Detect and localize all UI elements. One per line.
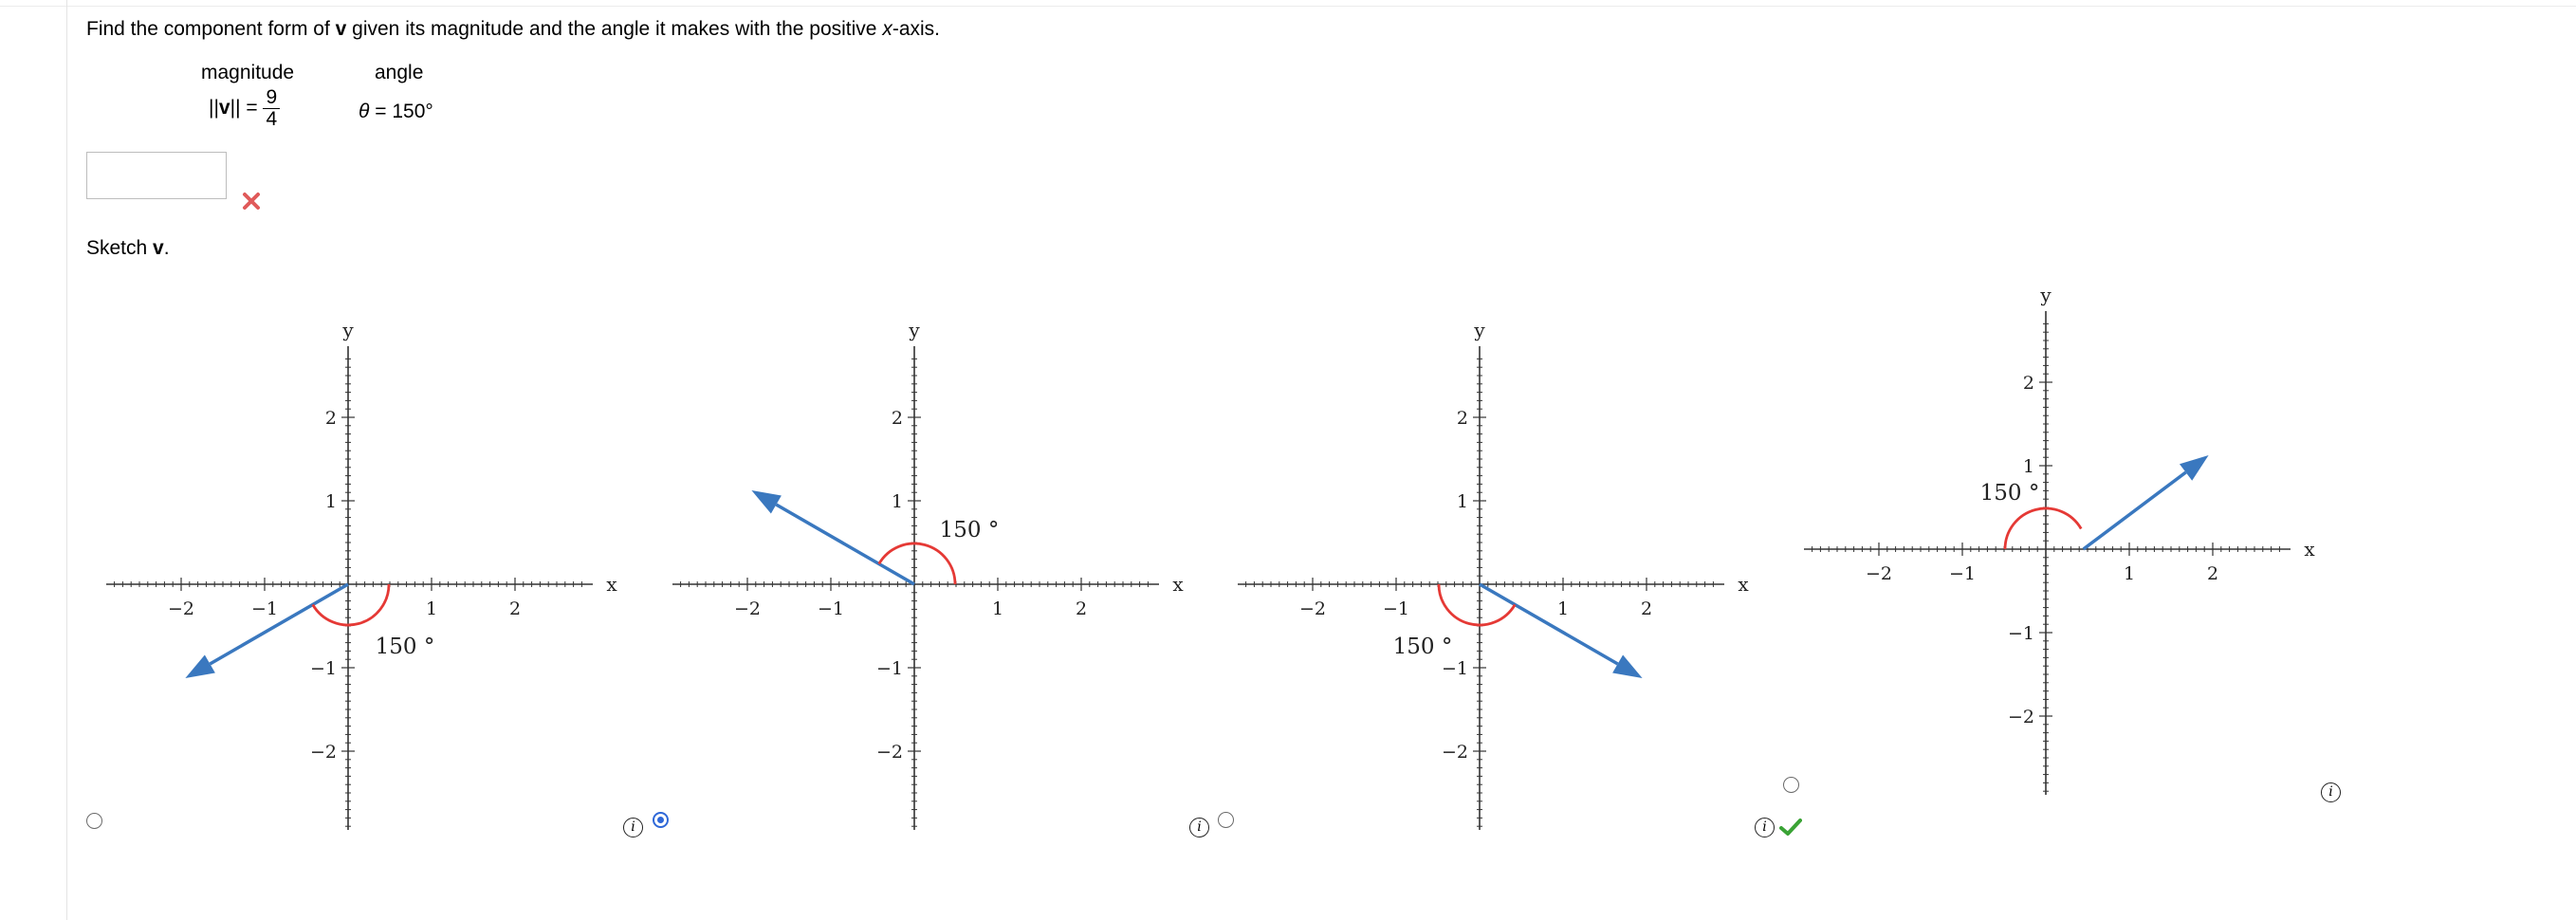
magnitude-fraction: 9 4 bbox=[263, 86, 281, 130]
top-border bbox=[0, 0, 2576, 7]
angle-expression: = 150° bbox=[369, 101, 433, 122]
theta-symbol: θ bbox=[359, 101, 370, 122]
y-tick-label: −2 bbox=[2008, 707, 2034, 727]
norm-right: || = bbox=[230, 97, 258, 120]
vector-line bbox=[2082, 470, 2187, 551]
sketch-prefix: Sketch bbox=[86, 237, 154, 259]
y-tick-label: 2 bbox=[2023, 373, 2034, 394]
y-tick-label: 1 bbox=[2023, 456, 2034, 477]
angle-arc bbox=[1437, 583, 1517, 627]
y-tick-label: 1 bbox=[1457, 491, 1468, 512]
vector-arrowhead bbox=[751, 490, 782, 514]
x-tick-label: −2 bbox=[734, 598, 761, 619]
vector-arrowhead bbox=[2180, 455, 2209, 481]
question-text: Find the component form of v given its m… bbox=[86, 18, 940, 41]
graph-option-b: x y −2 −1 1 2 2 1 −1 −2 150 ° bbox=[672, 319, 1184, 830]
vector-line bbox=[775, 503, 915, 586]
radio-option-c[interactable] bbox=[1218, 812, 1234, 828]
x-tick-label: 1 bbox=[2124, 563, 2135, 584]
magnitude-numerator: 9 bbox=[266, 86, 278, 108]
x-tick-label: 2 bbox=[1076, 598, 1087, 619]
norm-left: || bbox=[209, 97, 219, 120]
correct-check-icon bbox=[1779, 819, 1802, 836]
y-axis-label: y bbox=[2039, 284, 2052, 306]
sketch-vector: v bbox=[153, 237, 164, 259]
magnitude-denominator: 4 bbox=[266, 108, 278, 130]
x-axis-label: x bbox=[2304, 538, 2315, 561]
x-tick-label: 1 bbox=[1557, 598, 1569, 619]
info-icon-option-e[interactable]: i bbox=[2321, 782, 2341, 802]
angle-value: θ = 150° bbox=[359, 101, 433, 123]
question-middle: given its magnitude and the angle it mak… bbox=[346, 18, 883, 40]
angle-label: 150 ° bbox=[940, 518, 1000, 543]
x-tick-label: −2 bbox=[1299, 598, 1326, 619]
angle-arc bbox=[2003, 506, 2083, 550]
x-tick-label: −2 bbox=[168, 598, 194, 619]
vector-arrowhead bbox=[1612, 654, 1643, 678]
x-tick-label: 1 bbox=[992, 598, 1003, 619]
x-tick-label: −1 bbox=[251, 598, 278, 619]
angle-arc bbox=[877, 542, 957, 585]
vector-arrowhead bbox=[185, 654, 215, 678]
component-form-input[interactable] bbox=[86, 152, 227, 199]
y-tick-label: −2 bbox=[876, 742, 903, 763]
y-axis-label: y bbox=[908, 319, 920, 341]
graph-option-d: x y −2 −1 1 2 2 1 −1 −2 150 ° bbox=[1804, 284, 2315, 795]
y-tick-label: −2 bbox=[310, 742, 337, 763]
graph-option-a: x y −2 −1 1 2 2 1 −1 −2 150 ° bbox=[106, 319, 617, 830]
radio-option-d[interactable] bbox=[1783, 777, 1799, 793]
y-tick-label: −1 bbox=[876, 658, 903, 679]
y-tick-label: −1 bbox=[1442, 658, 1468, 679]
angle-arc bbox=[311, 583, 391, 627]
sketch-instruction: Sketch v. bbox=[86, 237, 170, 260]
x-tick-label: −1 bbox=[1949, 563, 1976, 584]
radio-option-a[interactable] bbox=[86, 813, 102, 829]
x-axis-label: x bbox=[1738, 573, 1749, 596]
question-prefix: Find the component form of bbox=[86, 18, 336, 40]
x-tick-label: −2 bbox=[1866, 563, 1892, 584]
angle-label: angle bbox=[375, 62, 424, 83]
y-axis-label: y bbox=[341, 319, 354, 341]
question-vector: v bbox=[335, 18, 347, 40]
vector-line bbox=[209, 582, 349, 666]
y-tick-label: −1 bbox=[310, 658, 337, 679]
x-tick-label: −1 bbox=[818, 598, 844, 619]
x-tick-label: 2 bbox=[2207, 563, 2218, 584]
y-tick-label: 2 bbox=[1457, 408, 1468, 429]
y-tick-label: 2 bbox=[892, 408, 903, 429]
y-tick-label: 1 bbox=[325, 491, 337, 512]
radio-option-b[interactable] bbox=[653, 812, 669, 828]
info-icon-option-d[interactable]: i bbox=[1755, 818, 1775, 837]
x-axis-label: x bbox=[606, 573, 617, 596]
question-axis-var: x bbox=[882, 18, 892, 40]
y-tick-label: 2 bbox=[325, 408, 337, 429]
magnitude-value: ||v|| = 9 4 bbox=[209, 86, 281, 130]
x-tick-label: 2 bbox=[509, 598, 521, 619]
angle-label: 150 ° bbox=[1393, 635, 1453, 659]
angle-label: 150 ° bbox=[1980, 481, 2040, 506]
sketch-suffix: . bbox=[163, 237, 170, 259]
question-suffix: -axis. bbox=[892, 18, 941, 40]
vector-line bbox=[1479, 582, 1619, 666]
info-icon-option-b[interactable]: i bbox=[623, 818, 643, 837]
incorrect-x-icon bbox=[243, 193, 260, 210]
magnitude-label: magnitude bbox=[201, 62, 295, 83]
x-axis-label: x bbox=[1172, 573, 1184, 596]
y-tick-label: −2 bbox=[1442, 742, 1468, 763]
norm-vector: v bbox=[218, 97, 230, 120]
left-margin-bar bbox=[0, 0, 67, 920]
x-tick-label: 1 bbox=[426, 598, 437, 619]
graph-option-c: x y −2 −1 1 2 2 1 −1 −2 150 ° bbox=[1238, 319, 1749, 830]
info-icon-option-c[interactable]: i bbox=[1189, 818, 1209, 837]
angle-label: 150 ° bbox=[376, 635, 435, 659]
y-axis-label: y bbox=[1473, 319, 1485, 341]
x-tick-label: −1 bbox=[1383, 598, 1409, 619]
x-tick-label: 2 bbox=[1641, 598, 1652, 619]
y-tick-label: 1 bbox=[892, 491, 903, 512]
y-tick-label: −1 bbox=[2008, 623, 2034, 644]
